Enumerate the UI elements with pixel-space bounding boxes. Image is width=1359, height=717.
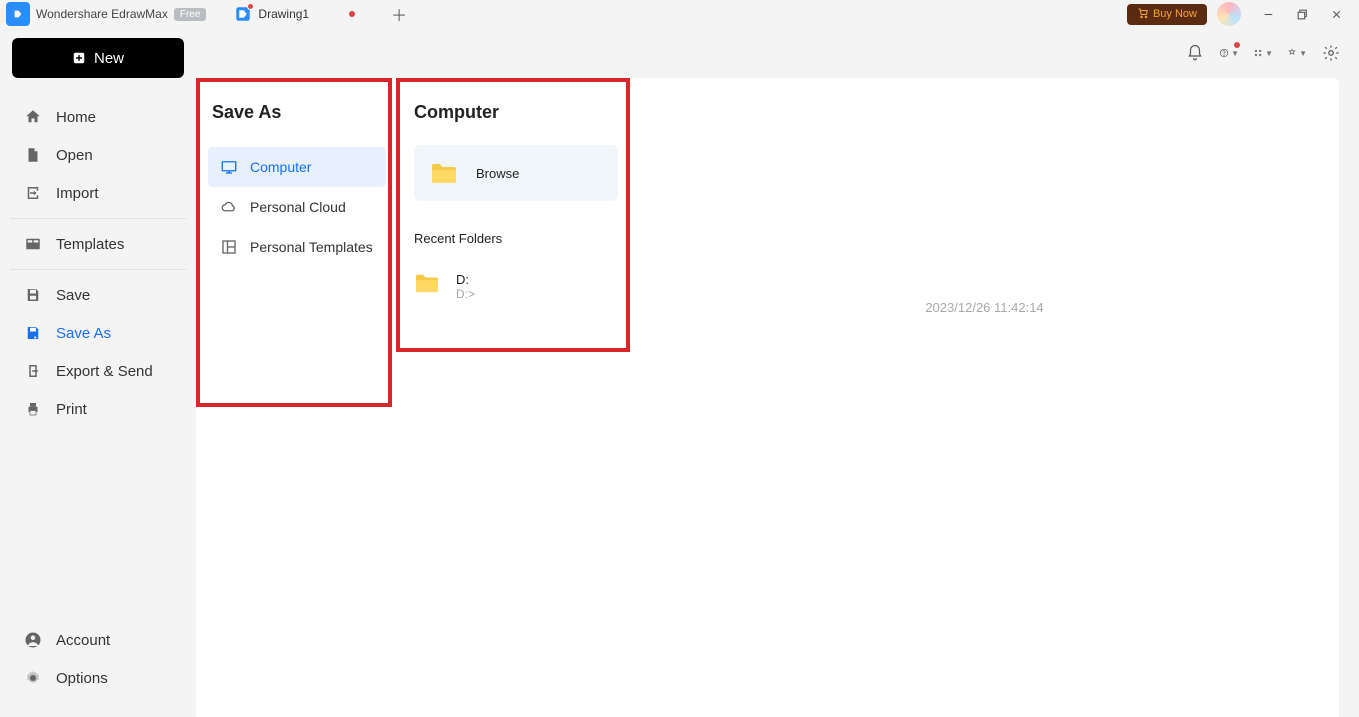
browse-label: Browse bbox=[476, 166, 519, 181]
computer-panel: Computer Browse Recent Folders D: D:> bbox=[396, 78, 630, 717]
location-label: Personal Templates bbox=[250, 239, 373, 255]
import-icon bbox=[24, 184, 42, 202]
user-avatar[interactable] bbox=[1217, 2, 1241, 26]
free-badge: Free bbox=[174, 8, 207, 21]
recent-folders-title: Recent Folders bbox=[414, 231, 618, 246]
title-bar: Wondershare EdrawMax Free Drawing1 ＋ Buy… bbox=[0, 0, 1359, 28]
document-icon bbox=[234, 5, 252, 23]
sidebar-item-templates[interactable]: Templates bbox=[10, 225, 186, 263]
recent-folder-name: D: bbox=[456, 272, 475, 287]
sidebar-item-label: Save bbox=[56, 287, 90, 304]
cart-icon bbox=[1137, 7, 1149, 22]
maximize-button[interactable] bbox=[1291, 3, 1313, 25]
computer-title: Computer bbox=[414, 102, 618, 123]
sidebar-item-label: Account bbox=[56, 632, 110, 649]
sidebar-item-label: Options bbox=[56, 670, 108, 687]
sidebar: New Home Open Import Templates bbox=[0, 78, 196, 717]
sidebar-item-home[interactable]: Home bbox=[10, 98, 186, 136]
tab-drawing1[interactable]: Drawing1 bbox=[224, 0, 375, 28]
folder-icon bbox=[430, 161, 458, 185]
new-button[interactable]: New bbox=[12, 38, 184, 78]
export-icon bbox=[24, 362, 42, 380]
settings-icon[interactable] bbox=[1321, 43, 1341, 63]
sidebar-item-options[interactable]: Options bbox=[10, 659, 186, 697]
sidebar-item-save-as[interactable]: Save As bbox=[10, 314, 186, 352]
divider bbox=[10, 218, 186, 219]
sidebar-item-label: Open bbox=[56, 147, 93, 164]
buy-now-button[interactable]: Buy Now bbox=[1127, 4, 1207, 25]
divider bbox=[10, 269, 186, 270]
buy-now-label: Buy Now bbox=[1153, 8, 1197, 20]
chevron-down-icon: ▼ bbox=[1299, 49, 1307, 58]
sidebar-item-label: Export & Send bbox=[56, 363, 153, 380]
location-label: Computer bbox=[250, 159, 311, 175]
help-icon[interactable]: ▼ bbox=[1219, 43, 1239, 63]
notification-dot-icon bbox=[1234, 42, 1240, 48]
folder-icon bbox=[414, 272, 440, 294]
templates-icon bbox=[24, 235, 42, 253]
bell-icon[interactable] bbox=[1185, 43, 1205, 63]
saveas-title: Save As bbox=[208, 102, 386, 123]
sidebar-item-open[interactable]: Open bbox=[10, 136, 186, 174]
account-icon bbox=[24, 631, 42, 649]
monitor-icon bbox=[220, 158, 238, 176]
recent-folder-path: D:> bbox=[456, 287, 475, 301]
location-personal-cloud[interactable]: Personal Cloud bbox=[208, 187, 386, 227]
sidebar-item-label: Import bbox=[56, 185, 99, 202]
sidebar-item-label: Home bbox=[56, 109, 96, 126]
sidebar-item-account[interactable]: Account bbox=[10, 621, 186, 659]
tab-label: Drawing1 bbox=[258, 7, 309, 21]
sidebar-item-import[interactable]: Import bbox=[10, 174, 186, 212]
saveas-panel: Save As Computer Personal Cloud Personal… bbox=[196, 78, 396, 717]
unsaved-dot-icon bbox=[349, 11, 355, 17]
print-icon bbox=[24, 400, 42, 418]
extension-icon[interactable]: ▼ bbox=[1287, 43, 1307, 63]
main-canvas: 2023/12/26 11:42:14 bbox=[630, 78, 1339, 717]
browse-button[interactable]: Browse bbox=[414, 145, 618, 201]
cloud-icon bbox=[220, 198, 238, 216]
close-button[interactable] bbox=[1325, 3, 1347, 25]
sidebar-item-label: Templates bbox=[56, 236, 124, 253]
location-computer[interactable]: Computer bbox=[208, 147, 386, 187]
timestamp-label: 2023/12/26 11:42:14 bbox=[925, 300, 1043, 315]
chevron-down-icon: ▼ bbox=[1265, 49, 1273, 58]
add-tab-button[interactable]: ＋ bbox=[387, 2, 411, 26]
gear-icon bbox=[24, 669, 42, 687]
app-name: Wondershare EdrawMax bbox=[36, 7, 168, 21]
app-logo-icon bbox=[6, 2, 30, 26]
main-area: New Home Open Import Templates bbox=[0, 78, 1359, 717]
home-icon bbox=[24, 108, 42, 126]
location-label: Personal Cloud bbox=[250, 199, 346, 215]
sidebar-item-print[interactable]: Print bbox=[10, 390, 186, 428]
sidebar-item-label: Save As bbox=[56, 325, 111, 342]
minimize-button[interactable] bbox=[1257, 3, 1279, 25]
apps-icon[interactable]: ▼ bbox=[1253, 43, 1273, 63]
layout-icon bbox=[220, 238, 238, 256]
save-icon bbox=[24, 286, 42, 304]
sidebar-item-save[interactable]: Save bbox=[10, 276, 186, 314]
location-personal-templates[interactable]: Personal Templates bbox=[208, 227, 386, 267]
save-as-icon bbox=[24, 324, 42, 342]
sidebar-item-export[interactable]: Export & Send bbox=[10, 352, 186, 390]
chevron-down-icon: ▼ bbox=[1231, 49, 1239, 58]
subheader: ▼ ▼ ▼ bbox=[0, 28, 1359, 78]
sidebar-item-label: Print bbox=[56, 401, 87, 418]
new-button-label: New bbox=[94, 50, 124, 67]
notification-dot-icon bbox=[247, 3, 254, 10]
file-icon bbox=[24, 146, 42, 164]
recent-folder-item[interactable]: D: D:> bbox=[414, 268, 618, 305]
